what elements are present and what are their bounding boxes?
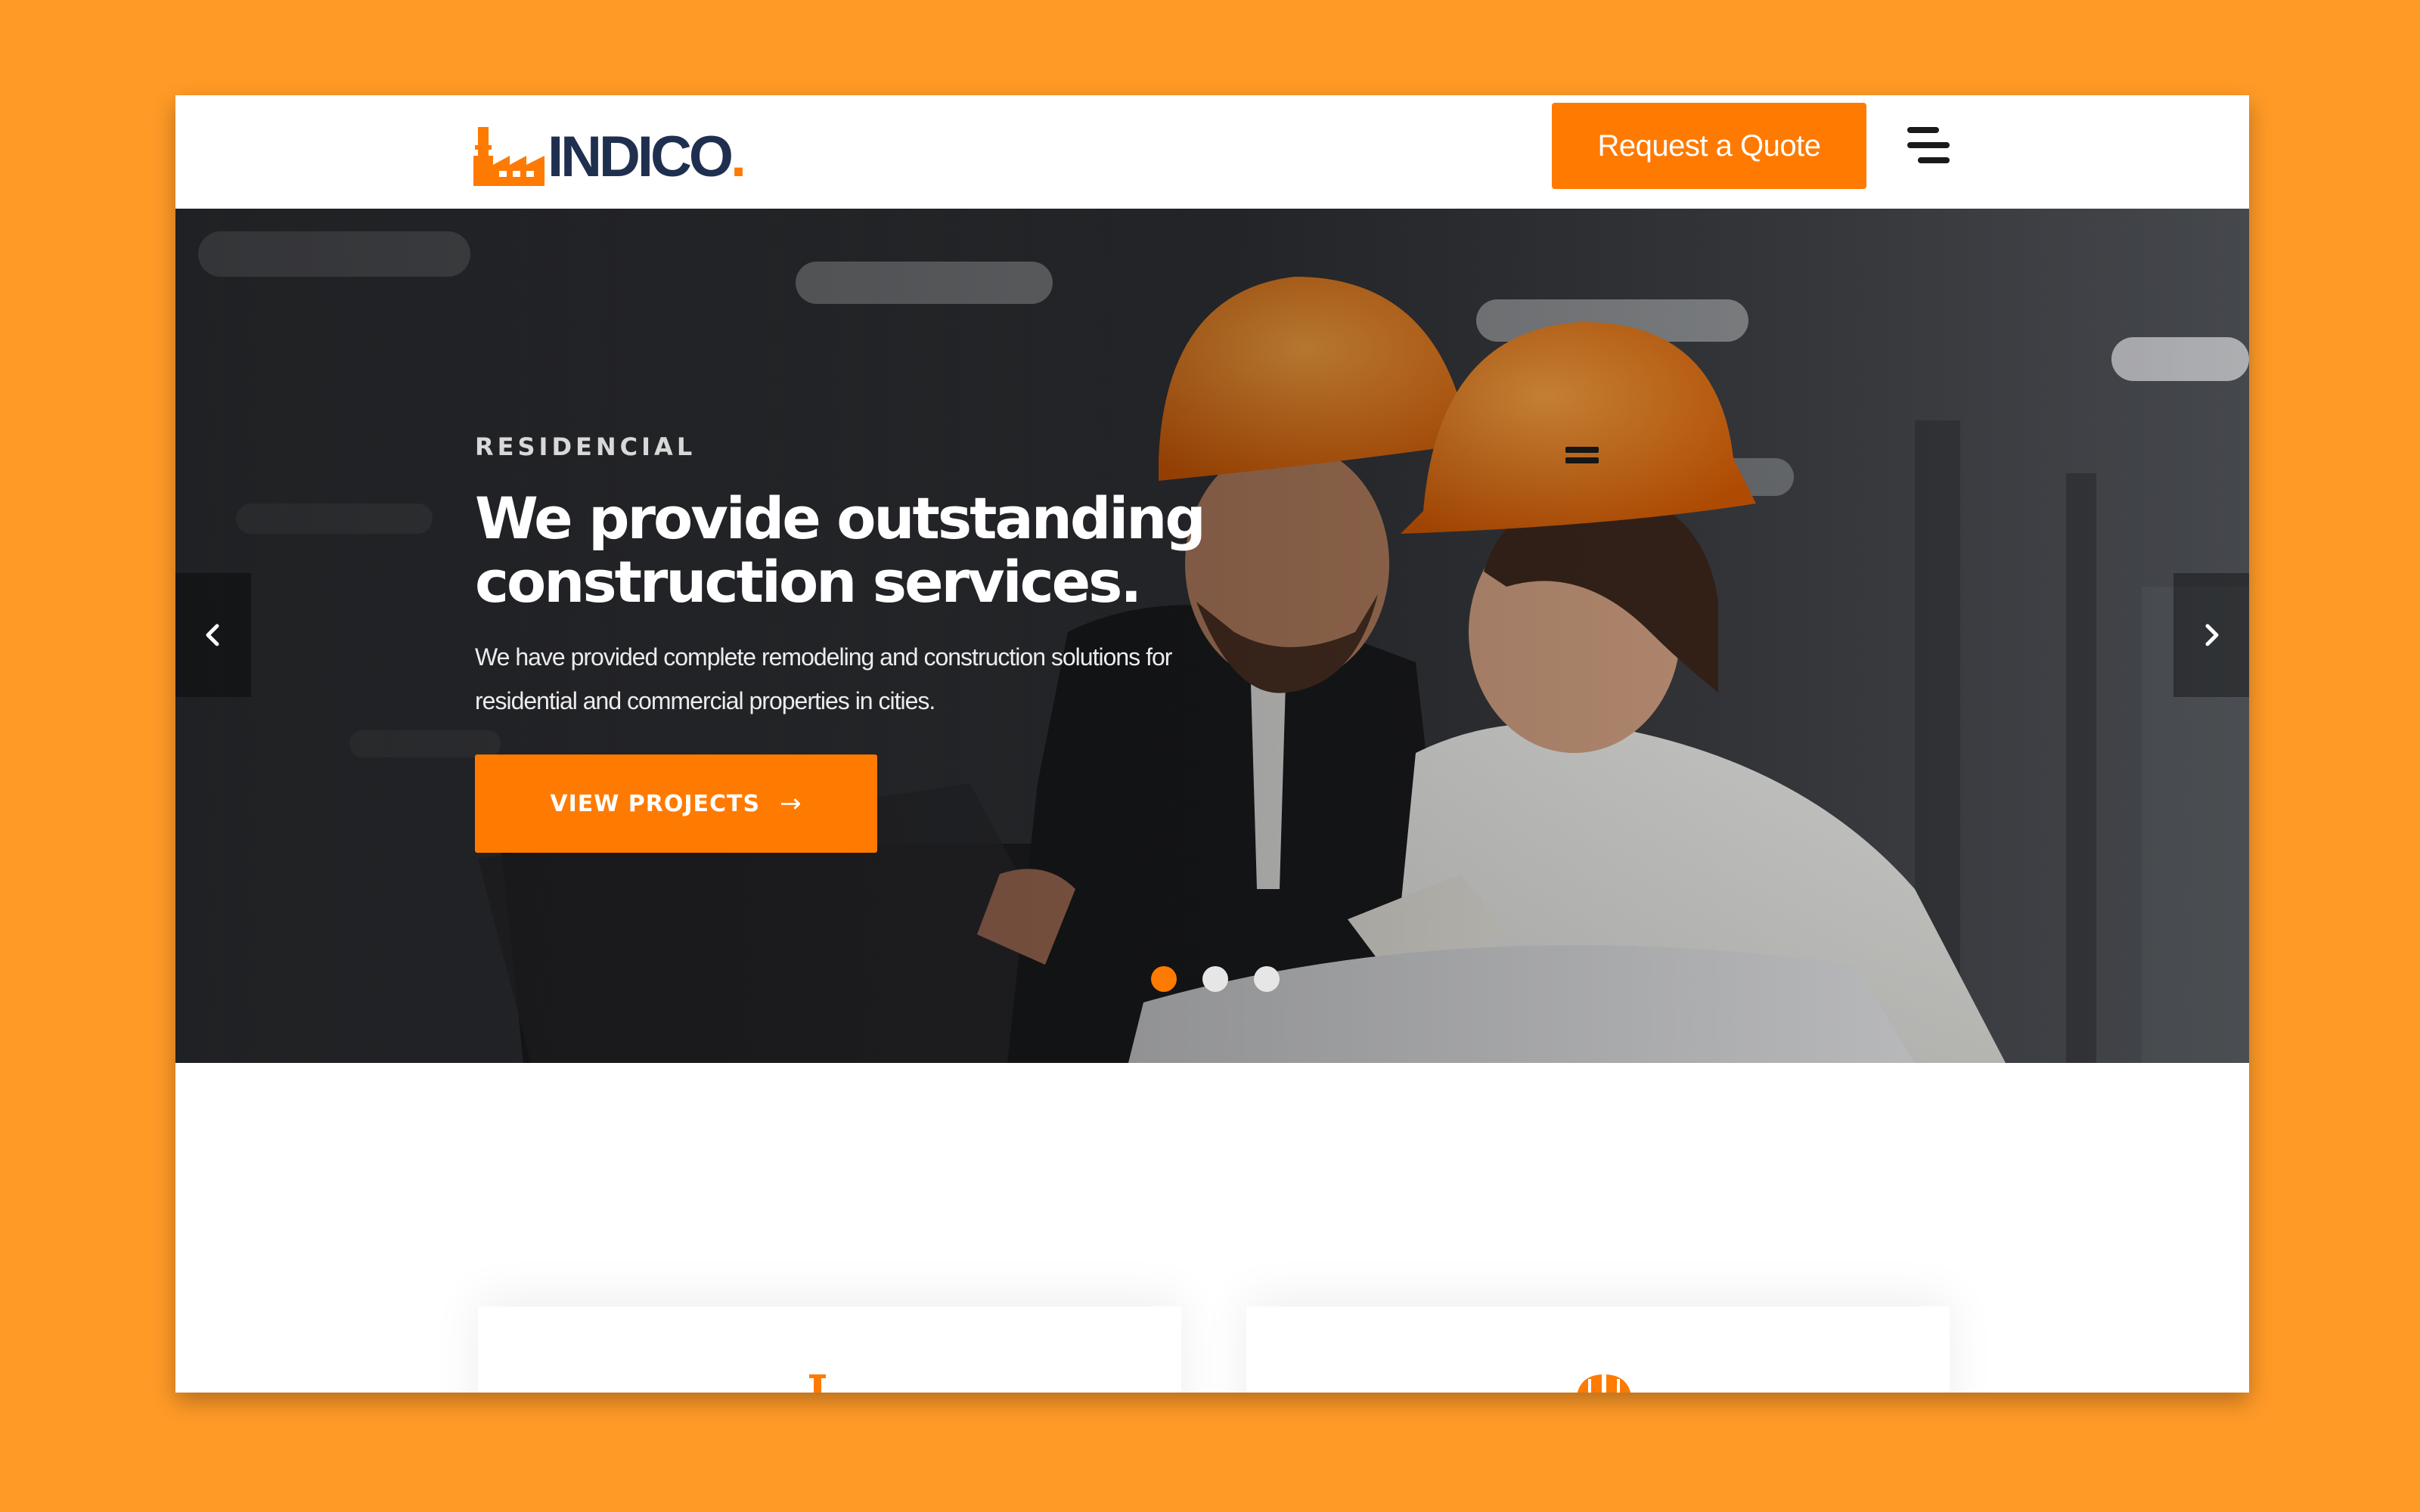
- crane-icon: [809, 1374, 826, 1393]
- slider-dot-3[interactable]: [1254, 966, 1280, 992]
- view-projects-label: VIEW PROJECTS: [550, 790, 761, 817]
- view-projects-button[interactable]: VIEW PROJECTS →: [475, 754, 877, 853]
- feature-card[interactable]: [478, 1306, 1181, 1393]
- slider-pagination: [1151, 966, 1280, 992]
- logo-wordmark: INDICO.: [548, 129, 746, 186]
- slider-prev-button[interactable]: [175, 573, 251, 697]
- headline-line-2: construction services.: [475, 548, 1142, 615]
- subtext-line-2: residential and commercial properties in…: [475, 687, 935, 714]
- hero-eyebrow: RESIDENCIAL: [475, 432, 697, 461]
- chevron-right-icon: [2205, 624, 2219, 646]
- slider-dot-1[interactable]: [1151, 966, 1177, 992]
- chevron-left-icon: [206, 624, 219, 646]
- hard-hat-icon: [1577, 1374, 1631, 1393]
- hero-subtext: We have provided complete remodeling and…: [475, 635, 1239, 723]
- request-quote-button[interactable]: Request a Quote: [1552, 103, 1866, 189]
- menu-icon[interactable]: [1907, 124, 1960, 169]
- feature-card[interactable]: [1246, 1306, 1950, 1393]
- hero-headline: We provide outstanding construction serv…: [475, 487, 1307, 614]
- arrow-right-icon: →: [780, 789, 802, 819]
- factory-icon: [473, 127, 544, 186]
- headline-line-1: We provide outstanding: [475, 485, 1206, 552]
- hero-slider: RESIDENCIAL We provide outstanding const…: [175, 209, 2249, 1063]
- logo-name: INDICO: [548, 125, 734, 189]
- site-header: INDICO. Request a Quote: [175, 95, 2249, 209]
- logo-dot: .: [731, 125, 746, 189]
- slider-dot-2[interactable]: [1202, 966, 1228, 992]
- browser-window: INDICO. Request a Quote RESIDENCIAL We p…: [175, 95, 2249, 1393]
- subtext-line-1: We have provided complete remodeling and…: [475, 643, 1172, 671]
- slider-next-button[interactable]: [2173, 573, 2249, 697]
- features-section: [175, 1063, 2249, 1393]
- site-logo[interactable]: INDICO.: [473, 118, 746, 186]
